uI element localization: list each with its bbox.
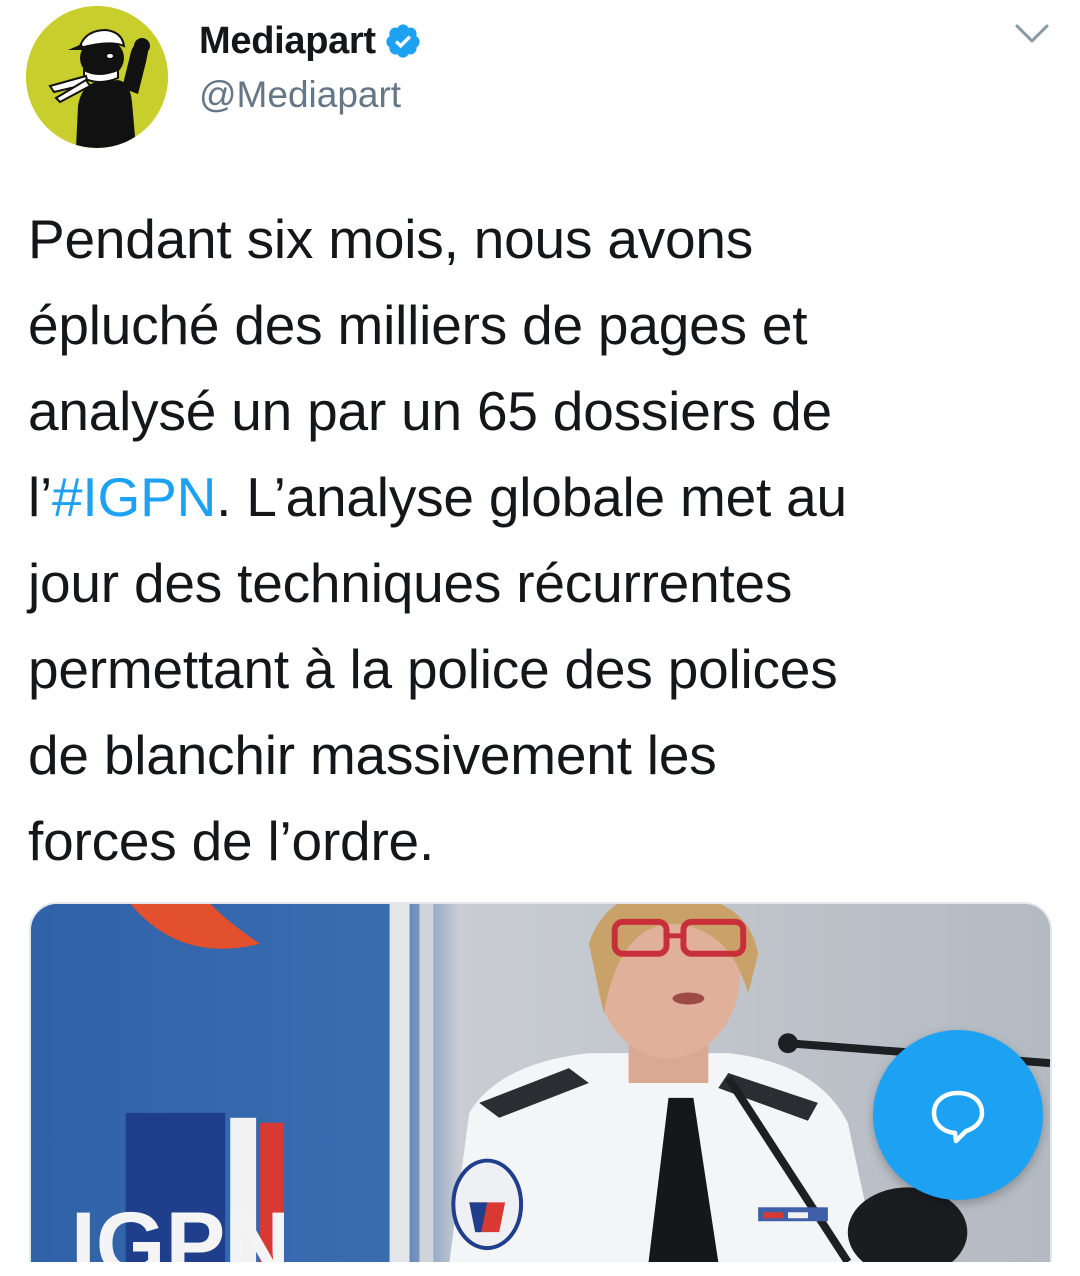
hashtag-suffix: . L’analyse globale met au (216, 466, 847, 528)
chevron-down-icon[interactable] (1014, 22, 1050, 46)
display-name[interactable]: Mediapart (199, 20, 376, 63)
tweet-author: Mediapart @Mediapart (199, 18, 422, 116)
reply-button[interactable] (873, 1030, 1043, 1200)
tweet-text: Pendant six mois, nous avons épluché des… (28, 196, 1058, 884)
name-row: Mediapart (199, 18, 422, 64)
avatar[interactable] (26, 6, 168, 148)
tweet-line: jour des techniques récurrentes (28, 552, 793, 614)
tweet-line: l’#IGPN. L’analyse globale met au (28, 454, 1058, 540)
tweet-line: analysé un par un 65 dossiers de (28, 380, 832, 442)
user-handle[interactable]: @Mediapart (199, 74, 422, 116)
tweet-line: de blanchir massivement les (28, 724, 717, 786)
tweet-line: épluché des milliers de pages et (28, 294, 808, 356)
tweet-line: Pendant six mois, nous avons (28, 208, 754, 270)
hashtag-link[interactable]: #IGPN (52, 466, 216, 528)
verified-badge-icon (386, 24, 420, 58)
tweet: Mediapart @Mediapart Pendant six mois, n… (0, 0, 1080, 1276)
tweet-line: permettant à la police des polices (28, 638, 838, 700)
tweet-line: forces de l’ordre. (28, 810, 435, 872)
igpn-logo-text: IGPN (71, 1193, 290, 1262)
reply-bubble-icon (931, 1090, 985, 1144)
hashtag-prefix: l’ (28, 466, 53, 528)
mediapart-logo-icon (26, 6, 168, 148)
